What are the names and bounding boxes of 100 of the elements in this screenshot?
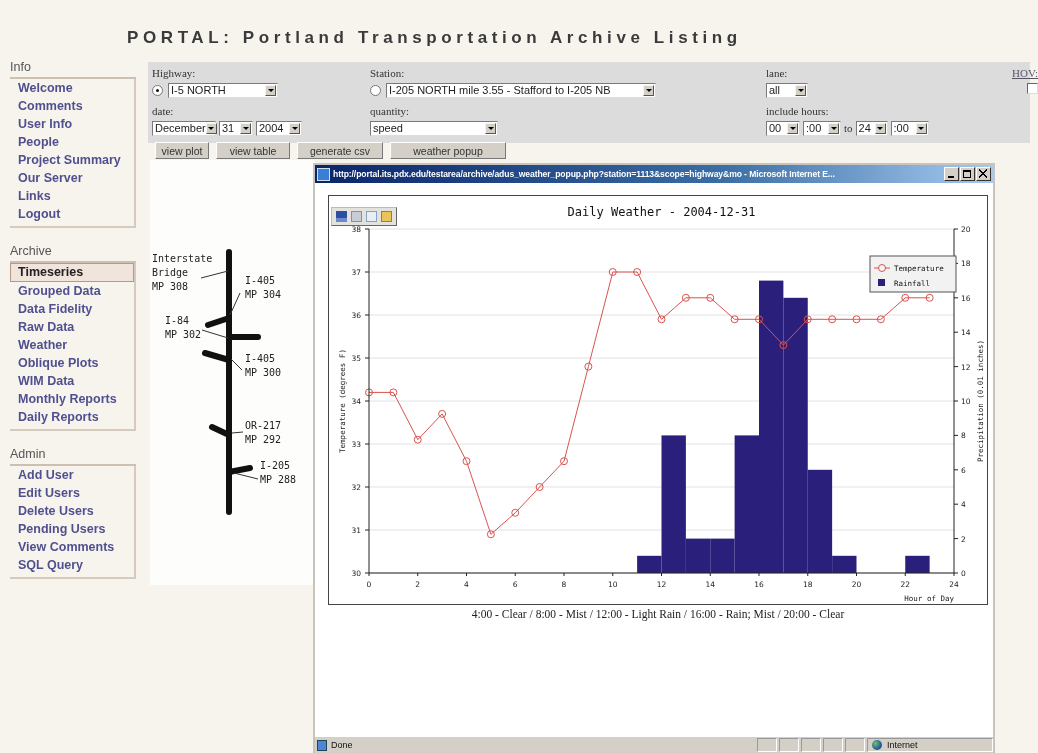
form-button[interactable]: view plot	[155, 142, 209, 159]
nav-link[interactable]: Logout	[10, 205, 134, 223]
field-label: Station:	[370, 66, 406, 81]
nav-link[interactable]: View Comments	[10, 538, 134, 556]
caret-icon	[795, 84, 806, 96]
maximize-button[interactable]	[960, 167, 975, 181]
nav-link[interactable]: Our Server	[10, 169, 134, 187]
nav-link[interactable]: Daily Reports	[10, 408, 134, 426]
map-label: Interstate Bridge MP 308	[152, 253, 213, 292]
data-point	[828, 315, 837, 324]
status-pane	[779, 738, 799, 752]
field-label: date:	[152, 104, 175, 119]
dropdown[interactable]: :00	[803, 120, 841, 136]
data-point	[876, 315, 885, 324]
nav-link[interactable]: Comments	[10, 97, 134, 115]
rainfall-bar	[905, 555, 930, 573]
nav-link[interactable]: Add User	[10, 466, 134, 484]
leader-line	[231, 431, 244, 434]
nav-link[interactable]: Welcome	[10, 79, 134, 97]
caret-icon	[289, 122, 300, 134]
nav-link[interactable]: Oblique Plots	[10, 354, 134, 372]
minimize-button[interactable]	[944, 167, 959, 181]
caret-icon	[240, 122, 251, 134]
nav-link[interactable]: Delete Users	[10, 502, 134, 520]
zone-text: Internet	[887, 740, 918, 750]
data-point	[584, 362, 593, 371]
nav-link[interactable]: Timeseries	[10, 263, 134, 282]
data-point	[608, 268, 617, 276]
nav-link[interactable]: Monthly Reports	[10, 390, 134, 408]
map-label: I-405 MP 300	[245, 353, 282, 378]
data-point	[462, 457, 471, 466]
data-point	[730, 315, 739, 324]
data-point	[438, 409, 447, 418]
data-point	[706, 293, 715, 302]
dropdown[interactable]: speed	[370, 120, 498, 136]
nav-link[interactable]: Data Fidelity	[10, 300, 134, 318]
data-point	[657, 315, 666, 324]
nav-link[interactable]: Pending Users	[10, 520, 134, 538]
leader-line	[233, 472, 259, 480]
form-button[interactable]: weather popup	[390, 142, 506, 159]
dropdown[interactable]: all	[766, 82, 808, 98]
hov-link[interactable]: HOV:	[1012, 66, 1038, 81]
page-icon	[317, 739, 327, 751]
data-point	[486, 530, 495, 539]
nav-link[interactable]: Links	[10, 187, 134, 205]
leader-line	[230, 358, 243, 371]
chart-title: Daily Weather - 2004-12-31	[567, 205, 756, 219]
dropdown[interactable]: :00	[890, 120, 929, 136]
map-label: I-205 MP 288	[260, 460, 297, 485]
data-point	[511, 508, 520, 517]
dropdown[interactable]: I-205 NORTH mile 3.55 - Stafford to I-205 NB	[386, 82, 656, 98]
nav-link[interactable]: People	[10, 133, 134, 151]
data-point	[852, 315, 861, 324]
radio-button[interactable]	[370, 84, 381, 96]
nav-link[interactable]: Raw Data	[10, 318, 134, 336]
dropdown[interactable]: 2004	[256, 120, 302, 136]
map-label: OR-217 MP 292	[245, 420, 282, 445]
data-point	[560, 457, 568, 466]
form-button[interactable]: view table	[216, 142, 290, 159]
nav-link[interactable]: User Info	[10, 115, 134, 133]
data-point	[389, 388, 398, 397]
nav-link[interactable]: Grouped Data	[10, 282, 134, 300]
nav-link[interactable]: Edit Users	[10, 484, 134, 502]
window-title: http://portal.its.pdx.edu/testarea/archive/adus_weather_popup.php?station=1113&scope=highway&mo - Microsoft Internet E...	[333, 169, 836, 179]
data-point	[925, 293, 934, 302]
checkbox[interactable]	[1027, 83, 1038, 94]
data-point	[779, 341, 788, 350]
dropdown[interactable]: 24	[855, 120, 888, 136]
caret-icon	[787, 122, 798, 134]
page-icon	[317, 167, 330, 181]
section-heading: Info	[10, 58, 136, 79]
data-point	[535, 483, 544, 491]
data-point	[901, 293, 910, 302]
dropdown[interactable]: I-5 NORTH	[168, 82, 278, 98]
status-text: Done	[331, 740, 353, 750]
nav-link[interactable]: SQL Query	[10, 556, 134, 574]
nav-link[interactable]: Weather	[10, 336, 134, 354]
data-point	[803, 315, 812, 324]
dropdown[interactable]: 00	[766, 120, 800, 136]
map-label: I-84 MP 302	[165, 315, 202, 340]
close-button[interactable]	[976, 167, 991, 181]
field-label: Highway:	[152, 66, 197, 81]
caret-icon	[265, 84, 276, 96]
legend-swatch	[878, 279, 885, 286]
form-button[interactable]: generate csv	[297, 142, 383, 159]
map-label: I-405 MP 304	[245, 275, 282, 300]
section-heading: Admin	[10, 445, 136, 466]
caret-icon	[643, 84, 654, 96]
radio-button[interactable]	[152, 84, 163, 96]
caret-icon	[205, 122, 217, 134]
data-point	[413, 435, 422, 444]
dropdown[interactable]: December	[152, 120, 216, 136]
nav-link[interactable]: WIM Data	[10, 372, 134, 390]
caret-icon	[874, 122, 886, 134]
legend-line-icon	[873, 264, 891, 272]
leader-line	[200, 270, 229, 279]
status-pane	[801, 738, 821, 752]
weather-caption: 4:00 - Clear / 8:00 - Mist / 12:00 - Light Rain / 16:00 - Rain; Mist / 20:00 - Clear	[470, 608, 846, 620]
nav-link[interactable]: Project Summary	[10, 151, 134, 169]
dropdown[interactable]: 31	[219, 120, 253, 136]
